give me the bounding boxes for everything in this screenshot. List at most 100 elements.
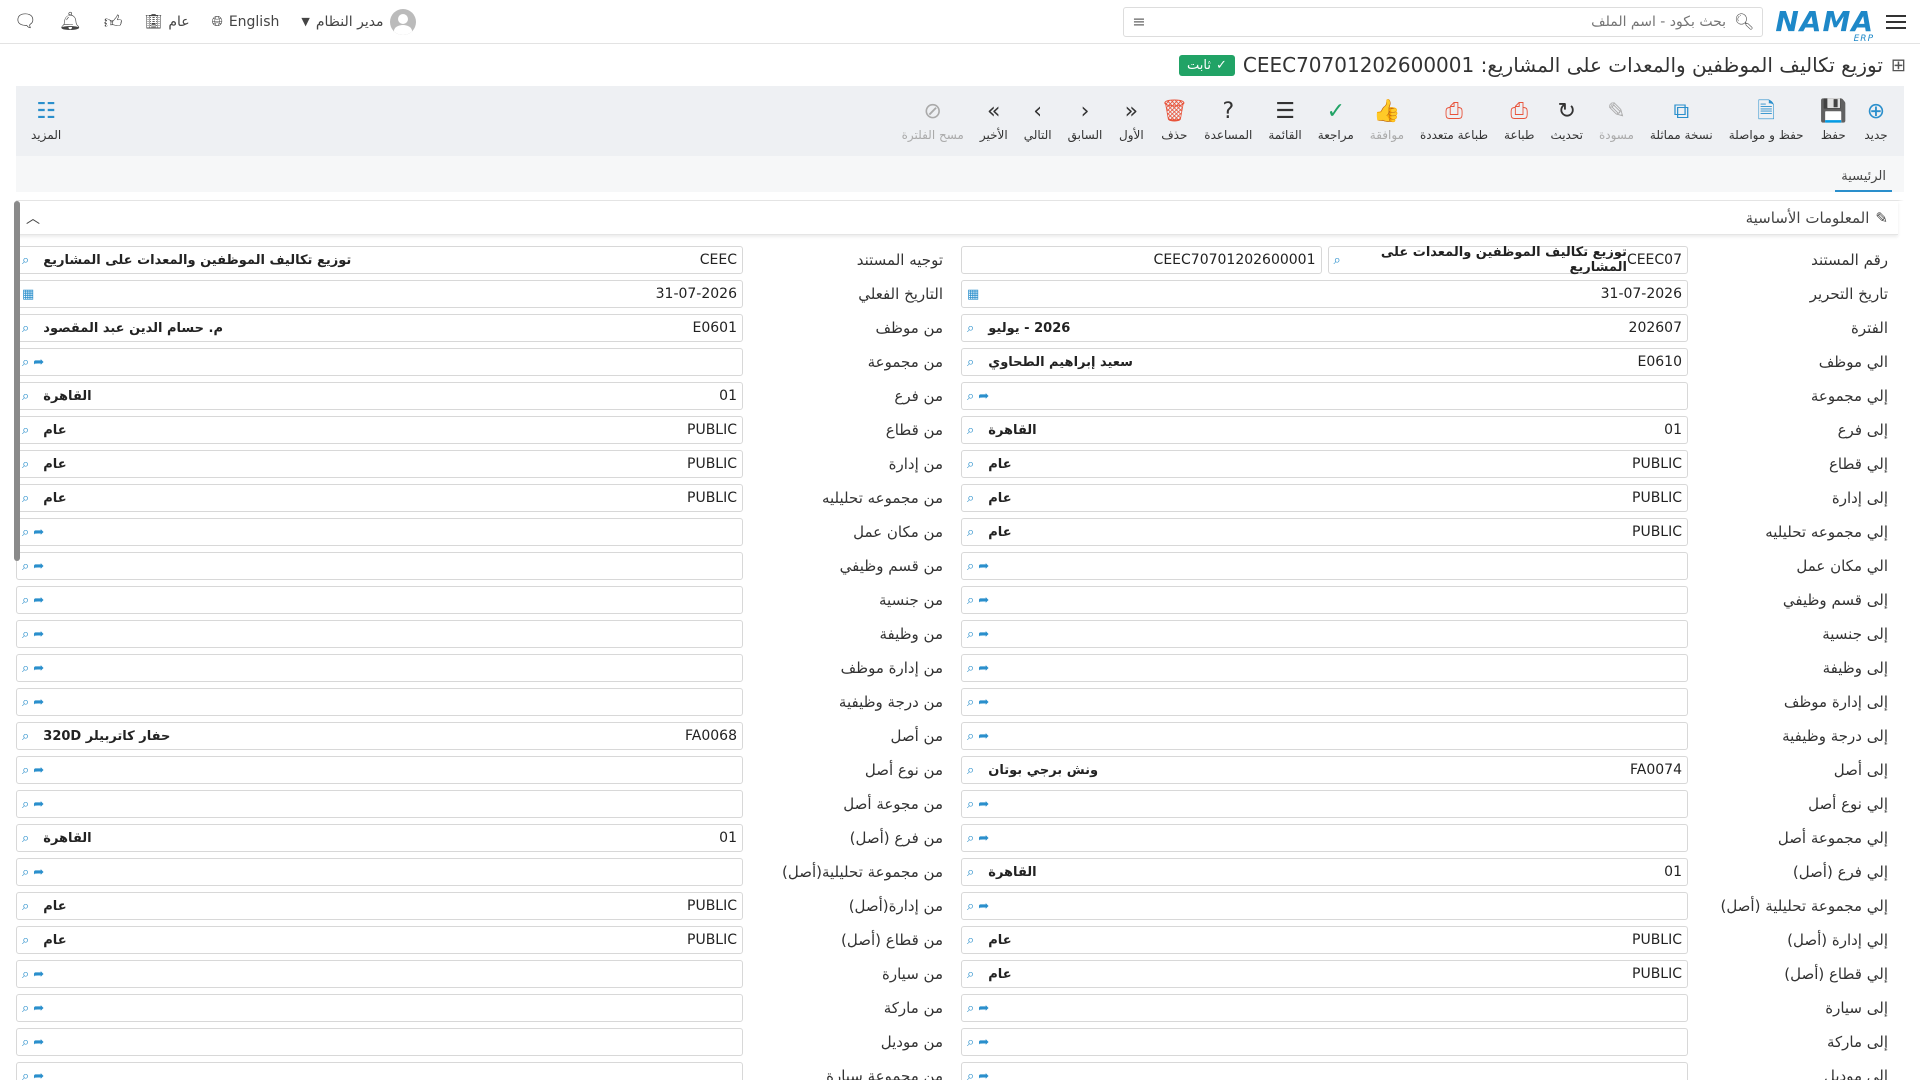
user-menu[interactable]: مدير النظام ▼	[301, 8, 416, 35]
share-icon[interactable]: ➦	[978, 1001, 989, 1016]
tab-main[interactable]: الرئيسية	[1835, 163, 1892, 192]
lookup-field[interactable]: E0610 ⌕ سعيد إبراهيم الطحاوي	[961, 348, 1688, 376]
lookup-field[interactable]: ⌕ ➦	[16, 654, 743, 682]
lookup-search-icon[interactable]: ⌕	[22, 797, 29, 812]
lookup-field[interactable]: PUBLIC ⌕ عام	[961, 960, 1688, 988]
share-icon[interactable]: ➦	[33, 1069, 44, 1080]
share-icon[interactable]: ➦	[978, 797, 989, 812]
filter-icon[interactable]: ≡	[1132, 12, 1145, 31]
lookup-field[interactable]: 01 ⌕ القاهرة	[16, 382, 743, 410]
lookup-search-icon[interactable]: ⌕	[967, 933, 974, 948]
lookup-search-icon[interactable]: ⌕	[967, 321, 974, 336]
lookup-search-icon[interactable]: ⌕	[967, 831, 974, 846]
document-serial-field[interactable]: CEEC70701202600001	[961, 246, 1322, 274]
lookup-field[interactable]: ⌕ ➦	[961, 1028, 1688, 1056]
lookup-search-icon[interactable]: ⌕	[967, 729, 974, 744]
share-icon[interactable]: ➦	[33, 525, 44, 540]
lookup-search-icon[interactable]: ⌕	[22, 1069, 29, 1080]
lookup-field[interactable]: PUBLIC ⌕ عام	[961, 484, 1688, 512]
lookup-search-icon[interactable]: ⌕	[967, 865, 974, 880]
lookup-search-icon[interactable]: ⌕	[22, 253, 29, 268]
lookup-field[interactable]: ⌕ ➦	[16, 620, 743, 648]
lookup-field[interactable]: ⌕ ➦	[961, 892, 1688, 920]
lookup-search-icon[interactable]: ⌕	[967, 763, 974, 778]
toolbar-button[interactable]: › التالي	[1017, 91, 1059, 151]
toolbar-button[interactable]: ✎ مسودة	[1592, 91, 1641, 151]
toolbar-button[interactable]: ↻ تحديث	[1543, 91, 1590, 151]
share-icon[interactable]: ➦	[978, 729, 989, 744]
date-field[interactable]: 31-07-2026 ▦	[16, 280, 743, 308]
lookup-field[interactable]: ⌕ ➦	[961, 1062, 1688, 1080]
lookup-field[interactable]: ⌕ ➦	[16, 790, 743, 818]
share-icon[interactable]: ➦	[33, 593, 44, 608]
lookup-search-icon[interactable]: ⌕	[967, 661, 974, 676]
share-icon[interactable]: ➦	[978, 559, 989, 574]
share-icon[interactable]: ➦	[978, 389, 989, 404]
bell-icon[interactable]: 🔔︎	[59, 11, 82, 32]
share-icon[interactable]: ➦	[33, 763, 44, 778]
language-switch[interactable]: English 🌐︎	[212, 14, 280, 30]
scope-selector[interactable]: عام 🏢︎	[145, 14, 190, 30]
lookup-search-icon[interactable]: ⌕	[22, 593, 29, 608]
lookup-search-icon[interactable]: ⌕	[22, 763, 29, 778]
scrollbar[interactable]	[14, 201, 20, 561]
share-icon[interactable]: ➦	[33, 627, 44, 642]
lookup-search-icon[interactable]: ⌕	[967, 797, 974, 812]
share-icon[interactable]: ➦	[978, 661, 989, 676]
lookup-field[interactable]: CEEC07 ⌕ توزيع تكاليف الموظفين والمعدات عل…	[1327, 245, 1688, 275]
share-icon[interactable]: ➦	[33, 695, 44, 710]
toolbar-button[interactable]: ✓ مراجعة	[1311, 91, 1361, 151]
share-icon[interactable]: ➦	[33, 1001, 44, 1016]
lookup-search-icon[interactable]: ⌕	[22, 1001, 29, 1016]
search-icon[interactable]: 🔍︎	[1734, 12, 1754, 31]
share-icon[interactable]: ➦	[33, 559, 44, 574]
chevron-up-icon[interactable]: ︿	[26, 208, 40, 228]
share-icon[interactable]: ➦	[33, 355, 44, 370]
toolbar-button[interactable]: ☰ القائمة	[1261, 91, 1308, 151]
lookup-field[interactable]: ⌕ ➦	[961, 382, 1688, 410]
lookup-field[interactable]: ⌕ ➦	[16, 348, 743, 376]
lookup-search-icon[interactable]: ⌕	[22, 899, 29, 914]
date-field[interactable]: 31-07-2026 ▦	[961, 280, 1688, 308]
toolbar-button[interactable]: 🗑 حذف	[1153, 91, 1195, 151]
lookup-search-icon[interactable]: ⌕	[22, 967, 29, 982]
lookup-search-icon[interactable]: ⌕	[967, 899, 974, 914]
lookup-search-icon[interactable]: ⌕	[967, 491, 974, 506]
lookup-field[interactable]: 01 ⌕ القاهرة	[16, 824, 743, 852]
toolbar-button[interactable]: ⧉ نسخة مماثلة	[1643, 91, 1720, 151]
calendar-icon[interactable]: ▦	[967, 287, 979, 302]
lookup-field[interactable]: ⌕ ➦	[961, 824, 1688, 852]
toolbar-button[interactable]: ? المساعدة	[1197, 91, 1259, 151]
lookup-field[interactable]: PUBLIC ⌕ عام	[16, 450, 743, 478]
lookup-search-icon[interactable]: ⌕	[22, 865, 29, 880]
lookup-search-icon[interactable]: ⌕	[1334, 253, 1341, 268]
toolbar-button[interactable]: 👍 موافقة	[1363, 91, 1411, 151]
lookup-search-icon[interactable]: ⌕	[967, 1001, 974, 1016]
logo[interactable]: NAMA ERP	[1775, 7, 1874, 43]
lookup-field[interactable]: ⌕ ➦	[961, 688, 1688, 716]
share-icon[interactable]: ➦	[978, 831, 989, 846]
lookup-field[interactable]: ⌕ ➦	[16, 756, 743, 784]
share-icon[interactable]: ➦	[33, 1035, 44, 1050]
lookup-field[interactable]: PUBLIC ⌕ عام	[16, 892, 743, 920]
toolbar-button[interactable]: ⊘ مسح الفلترة	[895, 91, 971, 151]
share-icon[interactable]: ➦	[33, 797, 44, 812]
lookup-search-icon[interactable]: ⌕	[22, 831, 29, 846]
lookup-field[interactable]: ⌕ ➦	[16, 552, 743, 580]
toolbar-button[interactable]: ⎙ طباعة	[1497, 91, 1541, 151]
lookup-field[interactable]: ⌕ ➦	[961, 552, 1688, 580]
search-input[interactable]	[1153, 13, 1727, 30]
toolbar-button[interactable]: » الأخير	[973, 91, 1015, 151]
toolbar-button[interactable]: « الأول	[1111, 91, 1151, 151]
lookup-field[interactable]: ⌕ ➦	[16, 518, 743, 546]
lookup-search-icon[interactable]: ⌕	[22, 933, 29, 948]
lookup-search-icon[interactable]: ⌕	[967, 389, 974, 404]
lookup-field[interactable]: E0601 ⌕ م. حسام الدين عبد المقصود	[16, 314, 743, 342]
lookup-field[interactable]: ⌕ ➦	[961, 722, 1688, 750]
share-icon[interactable]: ➦	[978, 627, 989, 642]
toolbar-button[interactable]: ⎙ طباعة متعددة	[1413, 91, 1495, 151]
lookup-search-icon[interactable]: ⌕	[22, 389, 29, 404]
lookup-search-icon[interactable]: ⌕	[22, 457, 29, 472]
lookup-search-icon[interactable]: ⌕	[967, 457, 974, 472]
share-icon[interactable]: ➦	[978, 899, 989, 914]
